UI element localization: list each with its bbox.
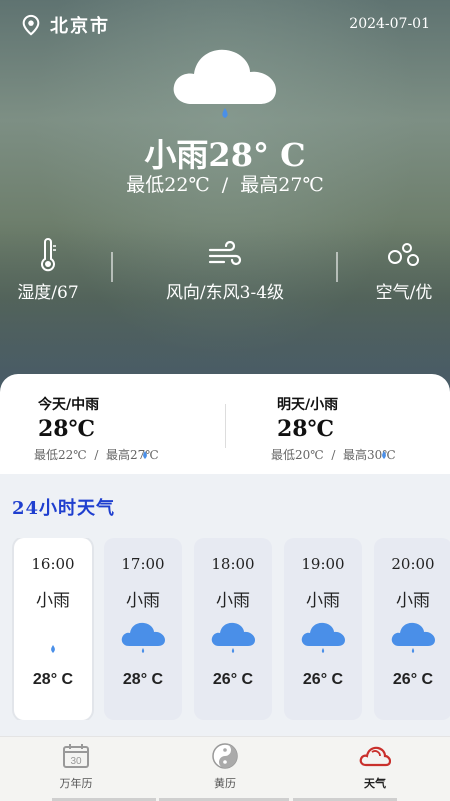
hour-weather: 小雨	[306, 591, 340, 611]
humidity-label: 湿度/67	[17, 283, 79, 303]
raindrop-icon	[143, 451, 147, 459]
forecast-title: 今天/中雨	[38, 397, 100, 413]
hour-weather: 小雨	[216, 591, 250, 611]
daily-forecast-card: 今天/中雨 28℃ 最低22℃ / 最高27℃ 明天/小雨 28℃ 最低20℃ …	[0, 374, 450, 474]
current-date: 2024-07-01	[349, 16, 430, 32]
tab-label: 万年历	[59, 777, 93, 790]
hourly-list[interactable]: 16:00 小雨 28° C 17:00 小雨 28° C 18:00 小雨 2…	[12, 538, 450, 720]
current-temp-range: 最低22℃ / 最高27℃	[126, 174, 324, 196]
hour-time: 20:00	[391, 555, 435, 573]
tab-label: 黄历	[214, 777, 236, 790]
rain-cloud-icon	[211, 622, 255, 653]
tab-calendar[interactable]: 30 万年历	[26, 741, 126, 791]
forecast-divider	[225, 404, 226, 448]
thermometer-icon	[41, 238, 56, 272]
rain-cloud-icon	[391, 622, 435, 653]
hour-temp: 28° C	[32, 671, 74, 688]
rain-cloud-icon	[173, 49, 276, 118]
tab-almanac[interactable]: 黄历	[175, 741, 275, 791]
wind-stat: 风向/东风3-4级	[145, 238, 305, 303]
location-selector[interactable]: 北京市	[20, 12, 110, 38]
hour-time: 17:00	[121, 555, 165, 573]
stat-divider	[336, 252, 338, 282]
forecast-range: 最低20℃ / 最高30℃	[271, 448, 396, 462]
air-quality-stat: 空气/优	[362, 238, 446, 303]
rain-cloud-icon	[121, 622, 165, 653]
hour-weather: 小雨	[36, 591, 70, 611]
forecast-temp: 28℃	[38, 416, 95, 442]
raindrop-icon	[382, 451, 386, 459]
hourly-card[interactable]: 16:00 小雨 28° C	[14, 538, 92, 720]
hour-time: 16:00	[31, 555, 75, 573]
hourly-card[interactable]: 18:00 小雨 26° C	[194, 538, 272, 720]
hour-temp: 26° C	[302, 671, 344, 688]
raindrop-icon	[51, 645, 55, 653]
hourly-card[interactable]: 19:00 小雨 26° C	[284, 538, 362, 720]
forecast-title: 明天/小雨	[277, 397, 339, 413]
hour-weather: 小雨	[126, 591, 160, 611]
rain-cloud-icon	[301, 622, 345, 653]
forecast-temp: 28℃	[277, 416, 334, 442]
city-name: 北京市	[50, 16, 110, 37]
bottom-tab-bar: 30 万年历 黄历 天气	[0, 736, 450, 801]
hour-weather: 小雨	[396, 591, 430, 611]
weather-cloud-icon	[359, 746, 391, 767]
air-quality-icon	[388, 243, 419, 266]
calendar-badge: 30	[70, 756, 82, 767]
calendar-icon: 30	[63, 744, 89, 768]
wind-icon	[208, 241, 242, 266]
forecast-today[interactable]: 今天/中雨 28℃ 最低22℃ / 最高27℃	[34, 394, 159, 463]
tab-label: 天气	[364, 777, 386, 790]
tab-weather[interactable]: 天气	[325, 741, 425, 791]
hour-temp: 28° C	[122, 671, 164, 688]
forecast-range: 最低22℃ / 最高27℃	[34, 448, 159, 462]
weather-hero: 北京市 2024-07-01 小雨28° C 最低22℃ / 最高27℃ 湿度/…	[0, 0, 450, 400]
hourly-card[interactable]: 17:00 小雨 28° C	[104, 538, 182, 720]
hour-temp: 26° C	[392, 671, 434, 688]
hour-time: 19:00	[301, 555, 345, 573]
forecast-tomorrow[interactable]: 明天/小雨 28℃ 最低20℃ / 最高30℃	[271, 394, 396, 463]
hourly-section-title: 24小时天气	[12, 498, 116, 519]
hour-temp: 26° C	[212, 671, 254, 688]
humidity-stat: 湿度/67	[8, 238, 88, 303]
stat-divider	[111, 252, 113, 282]
location-pin-icon	[22, 14, 40, 36]
yin-yang-icon	[212, 743, 238, 769]
hour-time: 18:00	[211, 555, 255, 573]
hourly-card[interactable]: 20:00 小雨 26° C	[374, 538, 450, 720]
wind-label: 风向/东风3-4级	[165, 283, 285, 303]
air-quality-label: 空气/优	[375, 283, 433, 303]
